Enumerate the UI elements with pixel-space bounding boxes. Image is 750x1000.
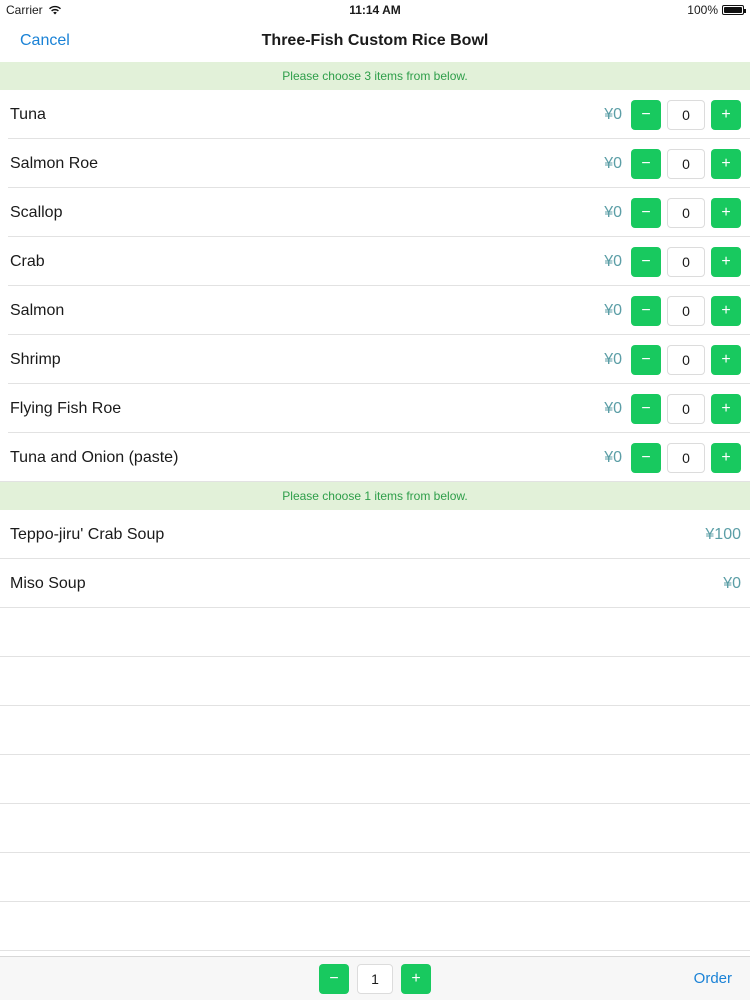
quantity-stepper: −0 + <box>631 393 741 424</box>
list-item: Crab ¥0−0 + <box>0 237 750 286</box>
item-price: ¥100 <box>705 525 741 543</box>
section-header-fish: Please choose 3 items from below. <box>0 62 750 90</box>
status-left: Carrier <box>6 3 62 17</box>
item-price: ¥0 <box>604 252 622 270</box>
item-name: Tuna <box>10 105 46 123</box>
quantity-stepper: −0 + <box>631 197 741 228</box>
item-price: ¥0 <box>604 448 622 466</box>
list-item: Salmon ¥0−0 + <box>0 286 750 335</box>
quantity-value[interactable]: 0 <box>667 99 705 130</box>
section-header-soup: Please choose 1 items from below. <box>0 482 750 510</box>
increment-button[interactable]: + <box>711 393 741 424</box>
list-item[interactable]: Miso Soup ¥0 <box>0 559 750 608</box>
empty-row <box>0 755 750 804</box>
carrier-label: Carrier <box>6 3 43 17</box>
quantity-value[interactable]: 0 <box>667 246 705 277</box>
list-item: Salmon Roe ¥0−0 + <box>0 139 750 188</box>
item-price: ¥0 <box>604 399 622 417</box>
item-price: ¥0 <box>604 154 622 172</box>
status-bar: Carrier 11:14 AM 100% <box>0 0 750 20</box>
empty-row <box>0 706 750 755</box>
item-price: ¥0 <box>723 574 741 592</box>
bottom-toolbar: − 1 + Order <box>0 956 750 1000</box>
item-name: Scallop <box>10 203 63 221</box>
empty-row <box>0 902 750 951</box>
empty-row <box>0 804 750 853</box>
decrement-button[interactable]: − <box>631 442 661 473</box>
decrement-button[interactable]: − <box>319 963 349 994</box>
item-name: Miso Soup <box>10 574 86 592</box>
increment-button[interactable]: + <box>711 344 741 375</box>
battery-fill <box>724 7 742 13</box>
quantity-stepper: −0 + <box>631 99 741 130</box>
list-item[interactable]: Teppo-jiru' Crab Soup ¥100 <box>0 510 750 559</box>
fish-item-list: Tuna ¥0−0 + Salmon Roe ¥0−0 + Scallop ¥0−0 + Crab… <box>0 90 750 482</box>
battery-icon <box>722 5 746 15</box>
item-price: ¥0 <box>604 203 622 221</box>
quantity-stepper: −0 + <box>631 344 741 375</box>
quantity-stepper: −0 + <box>631 246 741 277</box>
increment-button[interactable]: + <box>711 148 741 179</box>
quantity-value[interactable]: 0 <box>667 148 705 179</box>
item-price: ¥0 <box>604 301 622 319</box>
battery-percent: 100% <box>687 3 718 17</box>
status-time: 11:14 AM <box>349 3 401 17</box>
cancel-button[interactable]: Cancel <box>20 32 70 50</box>
decrement-button[interactable]: − <box>631 393 661 424</box>
increment-button[interactable]: + <box>711 197 741 228</box>
item-price: ¥0 <box>604 350 622 368</box>
list-item: Tuna ¥0−0 + <box>0 90 750 139</box>
decrement-button[interactable]: − <box>631 197 661 228</box>
quantity-value[interactable]: 0 <box>667 295 705 326</box>
item-name: Teppo-jiru' Crab Soup <box>10 525 165 543</box>
increment-button[interactable]: + <box>711 99 741 130</box>
quantity-value[interactable]: 0 <box>667 344 705 375</box>
page-title: Three-Fish Custom Rice Bowl <box>261 32 489 49</box>
list-item: Flying Fish Roe ¥0−0 + <box>0 384 750 433</box>
decrement-button[interactable]: − <box>631 148 661 179</box>
item-name: Crab <box>10 252 45 270</box>
bowl-quantity-stepper: − 1 + <box>319 963 431 994</box>
decrement-button[interactable]: − <box>631 99 661 130</box>
item-price: ¥0 <box>604 105 622 123</box>
increment-button[interactable]: + <box>711 442 741 473</box>
list-item: Scallop ¥0−0 + <box>0 188 750 237</box>
quantity-value[interactable]: 0 <box>667 197 705 228</box>
empty-row <box>0 608 750 657</box>
decrement-button[interactable]: − <box>631 344 661 375</box>
quantity-value[interactable]: 0 <box>667 393 705 424</box>
list-item: Shrimp ¥0−0 + <box>0 335 750 384</box>
list-item: Tuna and Onion (paste) ¥0−0 + <box>0 433 750 482</box>
wifi-icon <box>48 5 61 15</box>
empty-row <box>0 657 750 706</box>
empty-rows <box>0 608 750 951</box>
quantity-value[interactable]: 0 <box>667 442 705 473</box>
nav-bar: Cancel Three-Fish Custom Rice Bowl <box>0 20 750 62</box>
quantity-stepper: −0 + <box>631 442 741 473</box>
increment-button[interactable]: + <box>711 295 741 326</box>
item-name: Flying Fish Roe <box>10 399 122 417</box>
quantity-stepper: −0 + <box>631 148 741 179</box>
increment-button[interactable]: + <box>401 963 431 994</box>
order-button[interactable]: Order <box>694 970 732 987</box>
item-name: Shrimp <box>10 350 61 368</box>
decrement-button[interactable]: − <box>631 295 661 326</box>
item-name: Tuna and Onion (paste) <box>10 448 179 466</box>
item-name: Salmon <box>10 301 65 319</box>
bowl-quantity-value[interactable]: 1 <box>357 963 393 994</box>
soup-item-list: Teppo-jiru' Crab Soup ¥100 Miso Soup ¥0 <box>0 510 750 608</box>
increment-button[interactable]: + <box>711 246 741 277</box>
item-name: Salmon Roe <box>10 154 99 172</box>
decrement-button[interactable]: − <box>631 246 661 277</box>
quantity-stepper: −0 + <box>631 295 741 326</box>
empty-row <box>0 853 750 902</box>
status-right: 100% <box>687 3 746 17</box>
